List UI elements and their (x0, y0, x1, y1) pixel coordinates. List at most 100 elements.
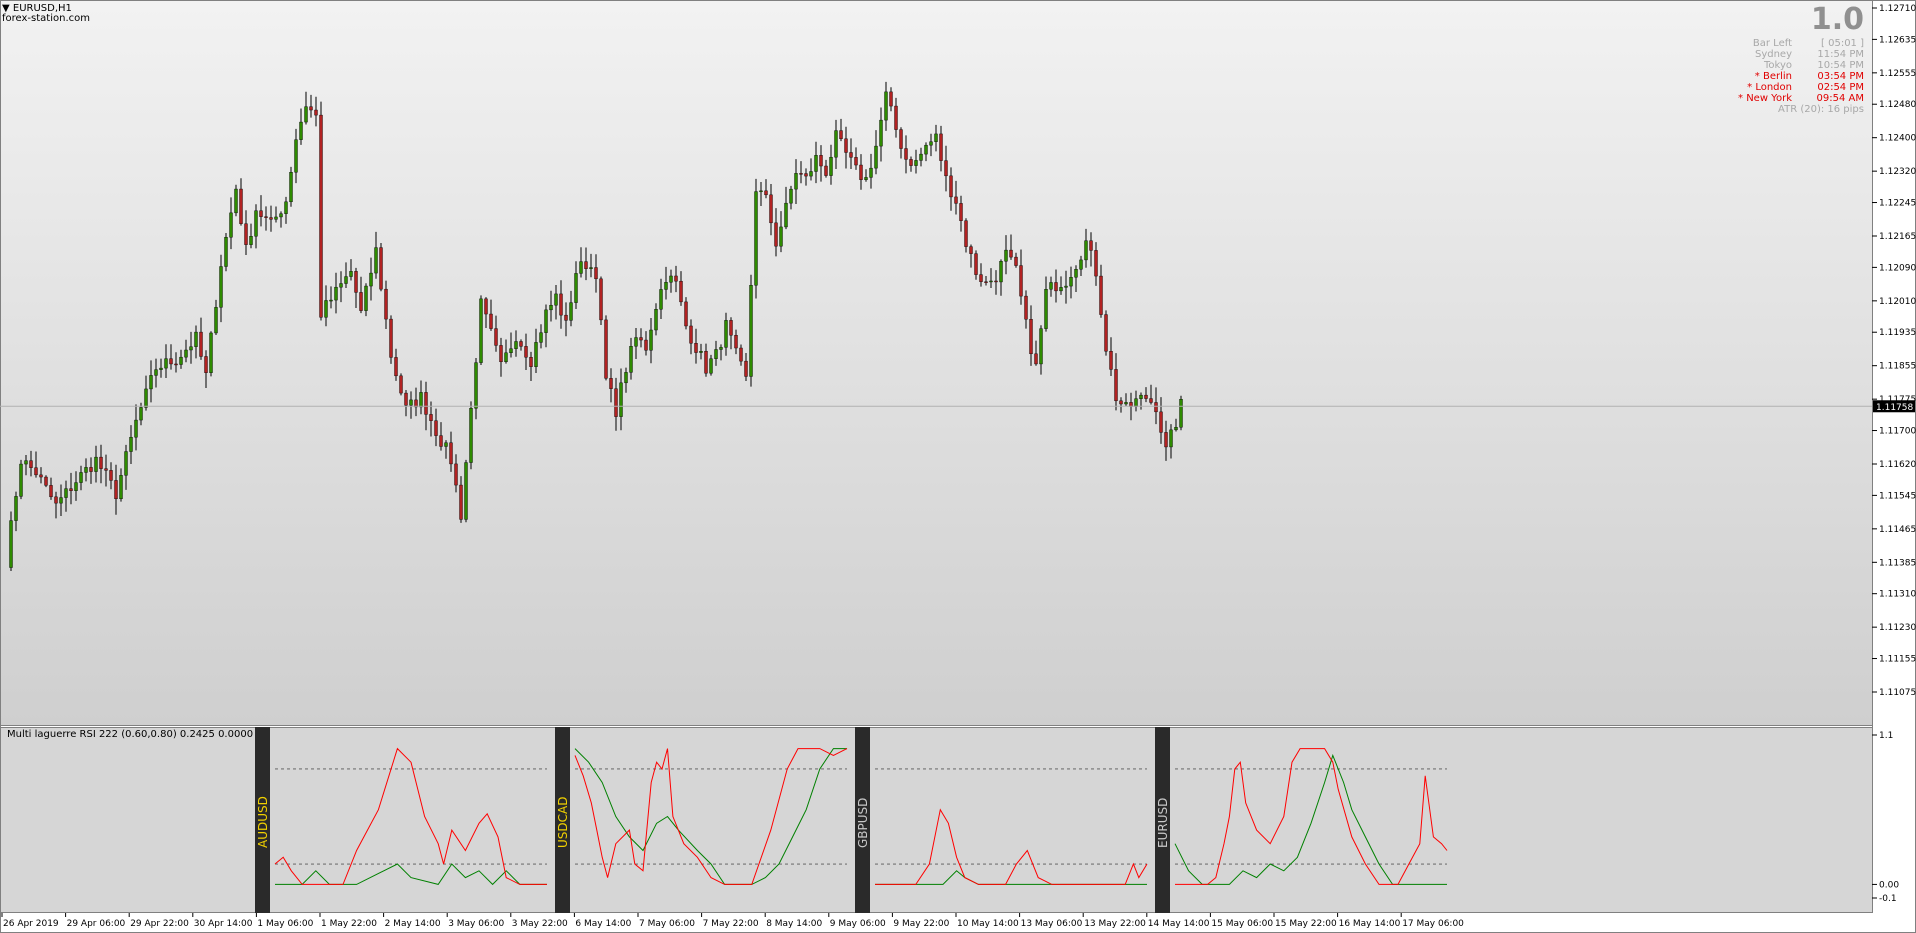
time-tick-label: 9 May 06:00 (830, 919, 886, 929)
candle-body (89, 467, 93, 472)
candle-body (429, 414, 433, 421)
candle-body (869, 167, 873, 178)
price-chart[interactable]: 1.12710 1.12635 1.12555 1.12480 1.12400 1.123… (0, 0, 1916, 933)
candle-body (1039, 328, 1043, 365)
candle-body (759, 190, 763, 193)
candle-body (384, 288, 388, 320)
price-tick-label: 1.12400 (1879, 134, 1916, 144)
candle-body (59, 497, 63, 504)
candle-body (94, 456, 98, 472)
price-tick-label: 1.12555 (1879, 69, 1916, 79)
candle-body (929, 141, 933, 146)
indicator-title: Multi laguerre RSI 222 (0.60,0.80) 0.242… (7, 729, 254, 740)
indicator-tick-label: 1.1 (1879, 731, 1893, 741)
candle-body (294, 139, 298, 173)
session-label: * New York (1738, 93, 1792, 104)
candle-body (1179, 399, 1183, 428)
candle-body (339, 283, 343, 288)
candle-body (619, 382, 623, 417)
candle-body (814, 155, 818, 172)
candle-body (654, 309, 658, 331)
candle-body (659, 289, 663, 310)
candle-body (494, 328, 498, 346)
candle-body (1149, 398, 1153, 403)
candle (224, 232, 228, 272)
session-row: Sydney 11:54 PM (1738, 49, 1864, 60)
time-tick-label: 15 May 22:00 (1275, 919, 1337, 929)
time-tick-label: 26 Apr 2019 (3, 919, 59, 929)
session-label: Tokyo (1764, 60, 1792, 71)
candle-body (754, 191, 758, 286)
candle-body (129, 436, 133, 452)
candle-body (614, 388, 618, 417)
candle-body (464, 462, 468, 520)
candle-body (64, 488, 68, 498)
candle (389, 315, 393, 364)
candle-body (234, 188, 238, 214)
candle-body (189, 346, 193, 351)
candle-body (844, 138, 848, 153)
candle-body (9, 520, 13, 568)
candle-body (1134, 398, 1138, 407)
candle-body (104, 468, 108, 471)
price-tick-label: 1.11935 (1879, 328, 1916, 338)
price-tick-label: 1.11855 (1879, 362, 1916, 372)
candle-body (379, 247, 383, 290)
candle-body (1169, 429, 1173, 448)
time-tick-label: 17 May 06:00 (1402, 919, 1464, 929)
candle-body (534, 342, 538, 367)
candle-body (674, 275, 678, 282)
candle-body (574, 273, 578, 303)
candle-body (714, 349, 718, 359)
time-tick-label: 9 May 22:00 (893, 919, 949, 929)
candle-body (1124, 402, 1128, 405)
candle-body (884, 91, 888, 121)
candle-body (1104, 314, 1108, 352)
candle-body (84, 467, 88, 473)
price-tick-label: 1.12480 (1879, 100, 1916, 110)
candle-body (789, 188, 793, 204)
candle (289, 166, 293, 207)
price-tick-label: 1.12245 (1879, 199, 1916, 209)
candle-body (1109, 351, 1113, 370)
time-tick-label: 1 May 22:00 (321, 919, 377, 929)
price-tick-label: 1.11545 (1879, 491, 1916, 501)
session-row: * New York 09:54 AM (1738, 93, 1864, 104)
candle-body (504, 352, 508, 363)
candle-body (69, 488, 73, 491)
candle-body (44, 476, 48, 486)
candle-body (724, 320, 728, 348)
candle-body (514, 341, 518, 349)
candle-body (749, 285, 753, 377)
candle-body (124, 451, 128, 476)
candle-body (454, 463, 458, 486)
candle-body (469, 408, 473, 463)
session-value: 02:54 PM (1817, 82, 1864, 93)
candle-body (224, 237, 228, 267)
candle-body (519, 341, 523, 347)
candle-body (624, 372, 628, 384)
candle-body (329, 299, 333, 302)
candle-body (389, 318, 393, 358)
candle (1104, 310, 1108, 356)
candle-body (554, 293, 558, 306)
candle-body (79, 472, 83, 483)
candle-body (349, 271, 353, 277)
candle-body (794, 173, 798, 190)
candle (319, 101, 323, 321)
candle-body (824, 165, 828, 176)
candle-body (369, 272, 373, 287)
candle-body (254, 210, 258, 237)
mt4-chart-window: 1.12710 1.12635 1.12555 1.12480 1.12400 1.123… (0, 0, 1916, 933)
session-label: Bar Left (1752, 38, 1792, 49)
candle-body (169, 358, 173, 365)
price-tick-label: 1.11310 (1879, 590, 1916, 600)
candle-body (419, 392, 423, 408)
candle-body (584, 261, 588, 269)
candle-body (99, 456, 103, 469)
candle (469, 401, 473, 470)
candle-body (634, 337, 638, 347)
time-tick-label: 10 May 14:00 (957, 919, 1019, 929)
session-label: * London (1747, 82, 1792, 93)
time-tick-label: 13 May 22:00 (1084, 919, 1146, 929)
